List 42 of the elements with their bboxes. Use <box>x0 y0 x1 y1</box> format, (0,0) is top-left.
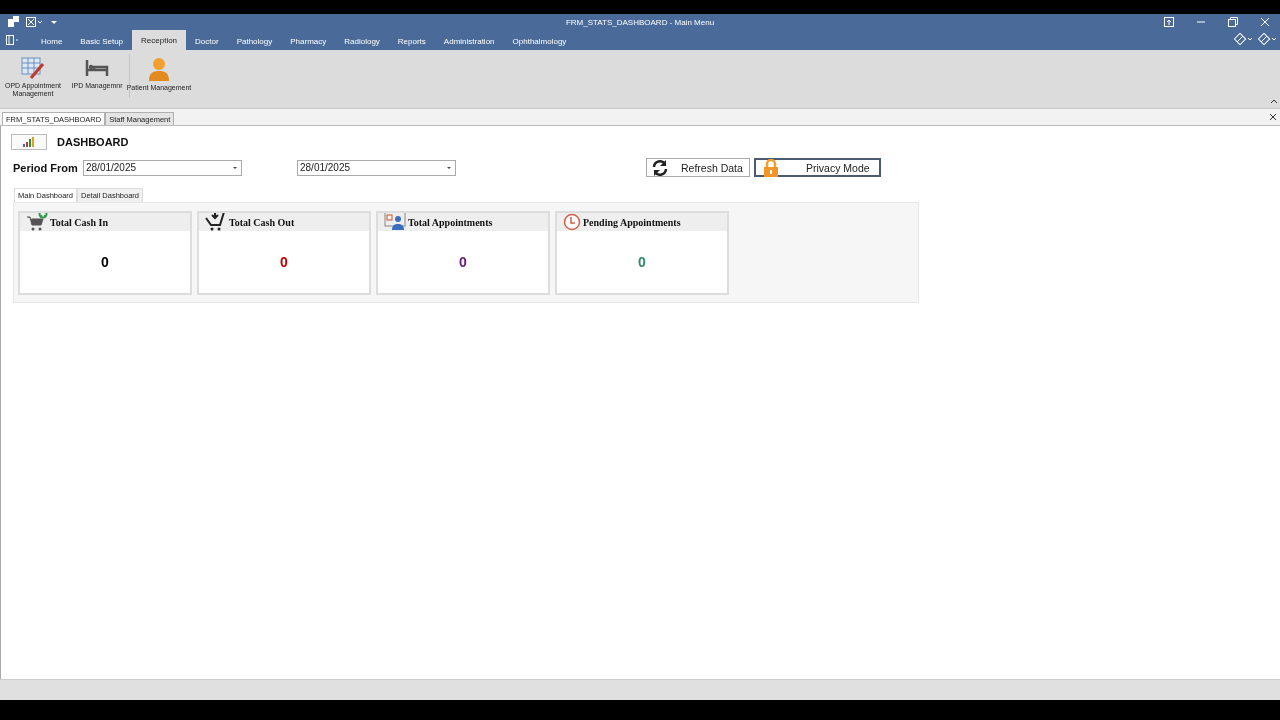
calendar-pencil-icon <box>21 56 45 80</box>
refresh-icon <box>651 159 669 176</box>
card-title: Pending Appointments <box>583 217 681 230</box>
restore-ribbon-icon[interactable] <box>1164 17 1174 27</box>
dropdown-icon[interactable] <box>232 165 238 170</box>
menu-tab[interactable]: Pharmacy <box>281 32 336 50</box>
dashboard-title: DASHBOARD <box>57 136 129 148</box>
maximize-icon[interactable] <box>1228 17 1238 27</box>
dropdown-icon[interactable] <box>446 165 452 170</box>
card-title: Total Cash Out <box>229 217 295 230</box>
menu-tab[interactable]: Reports <box>388 32 435 50</box>
menu-tab[interactable]: Basic Setup <box>71 32 133 50</box>
date-field[interactable]: 28/01/2025 <box>297 159 456 176</box>
app-icon[interactable] <box>8 16 20 28</box>
person-icon <box>147 56 171 82</box>
menu-tab[interactable]: Ophthalmology <box>503 32 576 50</box>
menu-tab[interactable]: Doctor <box>186 32 228 50</box>
card-title: Total Appointments <box>408 217 493 230</box>
card-value: 0 <box>459 254 467 270</box>
menu-tab[interactable]: Radiology <box>335 32 389 50</box>
file-menu-icon[interactable] <box>6 35 20 45</box>
dropdown-icon[interactable] <box>50 19 58 25</box>
padlock-icon <box>762 158 780 177</box>
period-label: Period From <box>13 161 79 174</box>
card-value: 0 <box>101 254 109 270</box>
card-value: 0 <box>638 254 646 270</box>
menu-tab[interactable]: Home <box>32 32 72 50</box>
collapse-ribbon-icon[interactable] <box>1270 98 1278 104</box>
quick-access-icon[interactable] <box>26 17 44 27</box>
bar-chart-icon <box>23 137 35 147</box>
date-field[interactable]: 28/01/2025 <box>83 159 242 176</box>
privacy-button[interactable]: Privacy Mode <box>754 158 881 177</box>
chart-button[interactable] <box>11 134 47 150</box>
window-title: FRM_STATS_DASHBOARD - Main Menu <box>564 17 716 27</box>
menu-tab[interactable]: Reception <box>132 30 187 50</box>
card-title: Total Cash In <box>50 217 108 230</box>
close-icon[interactable] <box>1269 113 1277 121</box>
cart-arrow-icon <box>205 213 227 231</box>
menu-tab[interactable]: Administration <box>434 32 504 50</box>
menu-tab[interactable]: Pathology <box>227 32 282 50</box>
refresh-button[interactable]: Refresh Data <box>646 158 750 177</box>
card-value: 0 <box>280 254 288 270</box>
